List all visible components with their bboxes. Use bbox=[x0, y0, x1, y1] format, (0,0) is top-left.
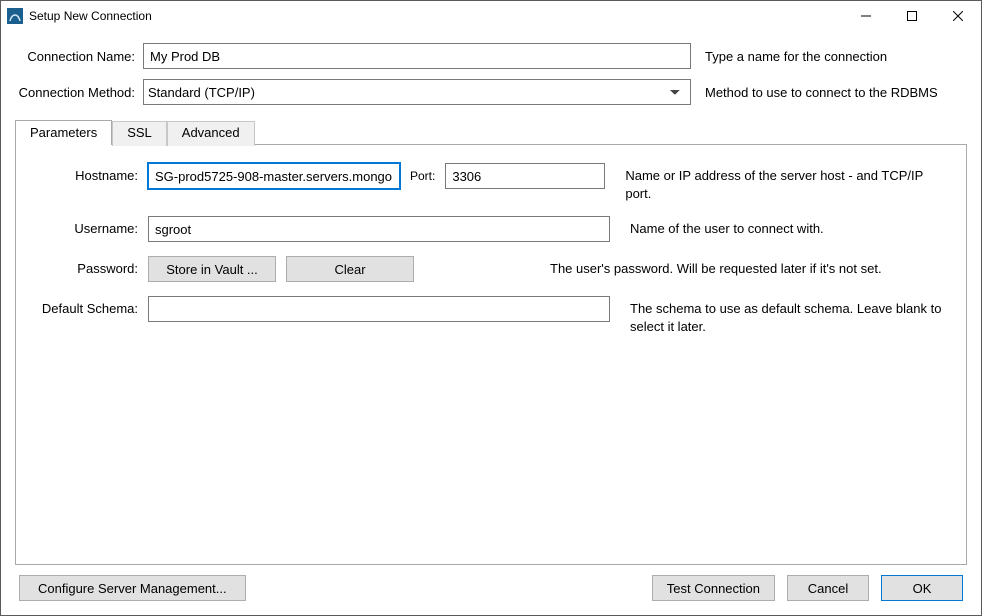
titlebar[interactable]: Setup New Connection bbox=[1, 1, 981, 31]
client-area: Connection Name: Type a name for the con… bbox=[1, 31, 981, 615]
clear-password-button[interactable]: Clear bbox=[286, 256, 414, 282]
default-schema-hint: The schema to use as default schema. Lea… bbox=[630, 296, 952, 335]
configure-server-mgmt-button[interactable]: Configure Server Management... bbox=[19, 575, 246, 601]
username-input[interactable] bbox=[148, 216, 610, 242]
hostname-hint: Name or IP address of the server host - … bbox=[625, 163, 952, 202]
connection-method-label: Connection Method: bbox=[15, 85, 143, 100]
tab-advanced[interactable]: Advanced bbox=[167, 121, 255, 146]
cancel-button[interactable]: Cancel bbox=[787, 575, 869, 601]
connection-name-label: Connection Name: bbox=[15, 49, 143, 64]
connection-method-row: Connection Method: Standard (TCP/IP) Met… bbox=[15, 79, 967, 105]
app-icon bbox=[7, 8, 23, 24]
default-schema-input[interactable] bbox=[148, 296, 610, 322]
store-in-vault-button[interactable]: Store in Vault ... bbox=[148, 256, 276, 282]
connection-name-hint: Type a name for the connection bbox=[705, 49, 887, 64]
hostname-input[interactable] bbox=[148, 163, 400, 189]
setup-connection-dialog: Setup New Connection Connection Name: Ty… bbox=[0, 0, 982, 616]
default-schema-label: Default Schema: bbox=[30, 296, 148, 316]
tab-parameters[interactable]: Parameters bbox=[15, 120, 112, 145]
minimize-button[interactable] bbox=[843, 1, 889, 31]
ok-button[interactable]: OK bbox=[881, 575, 963, 601]
password-hint: The user's password. Will be requested l… bbox=[550, 256, 952, 278]
tab-panel-parameters: Hostname: Port: Name or IP address of th… bbox=[15, 144, 967, 565]
username-label: Username: bbox=[30, 216, 148, 236]
close-button[interactable] bbox=[935, 1, 981, 31]
port-label: Port: bbox=[410, 169, 435, 183]
connection-name-input[interactable] bbox=[143, 43, 691, 69]
connection-method-select[interactable]: Standard (TCP/IP) bbox=[143, 79, 691, 105]
password-row: Password: Store in Vault ... Clear The u… bbox=[30, 256, 952, 282]
tab-ssl[interactable]: SSL bbox=[112, 121, 167, 146]
window-title: Setup New Connection bbox=[29, 9, 152, 23]
maximize-button[interactable] bbox=[889, 1, 935, 31]
connection-method-hint: Method to use to connect to the RDBMS bbox=[705, 85, 938, 100]
hostname-label: Hostname: bbox=[30, 163, 148, 183]
hostname-row: Hostname: Port: Name or IP address of th… bbox=[30, 163, 952, 202]
test-connection-button[interactable]: Test Connection bbox=[652, 575, 775, 601]
username-hint: Name of the user to connect with. bbox=[630, 216, 952, 238]
tabstrip: Parameters SSL Advanced bbox=[15, 119, 967, 144]
default-schema-row: Default Schema: The schema to use as def… bbox=[30, 296, 952, 335]
tabs: Parameters SSL Advanced Hostname: Port: … bbox=[15, 119, 967, 565]
password-label: Password: bbox=[30, 256, 148, 276]
connection-name-row: Connection Name: Type a name for the con… bbox=[15, 43, 967, 69]
username-row: Username: Name of the user to connect wi… bbox=[30, 216, 952, 242]
footer: Configure Server Management... Test Conn… bbox=[15, 565, 967, 605]
port-input[interactable] bbox=[445, 163, 605, 189]
